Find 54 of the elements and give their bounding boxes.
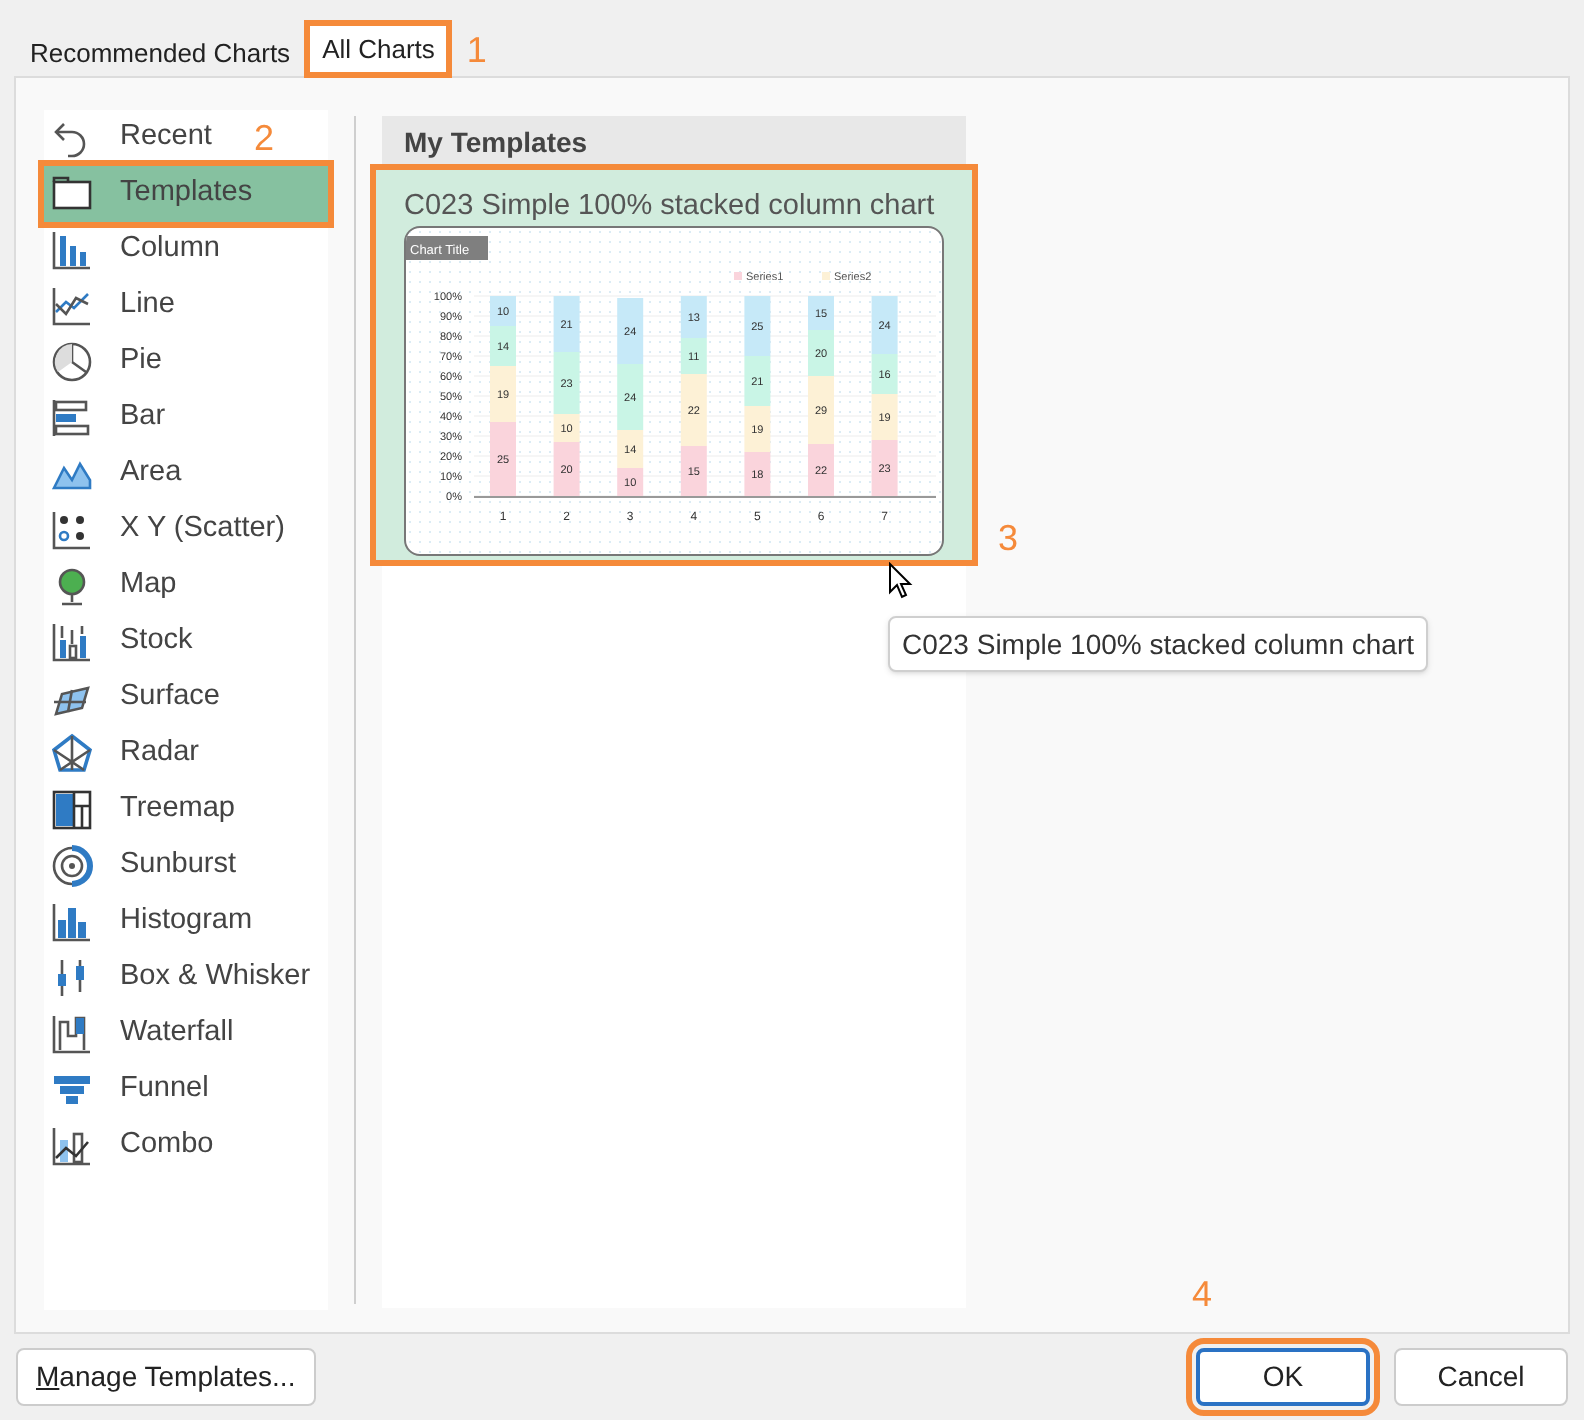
chart-type-icon bbox=[50, 844, 94, 888]
chart-type-item[interactable]: Pie bbox=[44, 334, 328, 390]
chart-type-item[interactable]: X Y (Scatter) bbox=[44, 502, 328, 558]
chart-type-item[interactable]: Treemap bbox=[44, 782, 328, 838]
callout-number: 2 bbox=[254, 120, 275, 156]
chart-type-item[interactable]: Sunburst bbox=[44, 838, 328, 894]
chart-type-item[interactable]: Histogram bbox=[44, 894, 328, 950]
chart-type-icon bbox=[50, 284, 94, 328]
chart-bar bbox=[808, 295, 834, 329]
callout-number: 1 bbox=[466, 32, 487, 68]
chart-type-item[interactable]: Surface bbox=[44, 670, 328, 726]
chart-type-item[interactable]: Waterfall bbox=[44, 1006, 328, 1062]
tooltip: C023 Simple 100% stacked column chart bbox=[888, 616, 1429, 672]
chart-type-item[interactable]: Box & Whisker bbox=[44, 950, 328, 1006]
chart-type-icon bbox=[50, 1124, 94, 1168]
chart-type-icon bbox=[50, 396, 94, 440]
chart-type-item[interactable]: Funnel bbox=[44, 1062, 328, 1118]
chart-type-item[interactable]: Templates bbox=[44, 166, 328, 222]
chart-bar bbox=[490, 365, 516, 421]
chart-type-icon bbox=[50, 1012, 94, 1056]
chart-bar bbox=[744, 451, 771, 495]
chart-type-item[interactable]: Combo bbox=[44, 1118, 328, 1174]
template-title: C023 Simple 100% stacked column chart bbox=[402, 187, 937, 223]
chart-type-icon bbox=[50, 732, 94, 776]
section-header: My Templates bbox=[382, 116, 966, 170]
chart-bar bbox=[490, 325, 516, 365]
chart-bar bbox=[617, 297, 644, 363]
chart-bar bbox=[744, 405, 771, 451]
chart-type-item[interactable]: Column bbox=[44, 222, 328, 278]
chart-type-item[interactable]: Map bbox=[44, 558, 328, 614]
template-tile[interactable] bbox=[376, 170, 972, 560]
chart-bar bbox=[490, 295, 516, 325]
tab[interactable]: All Charts bbox=[310, 26, 447, 72]
dialog-button[interactable]: Manage Templates... bbox=[16, 1347, 316, 1405]
callout-number: 4 bbox=[1192, 1275, 1213, 1311]
chart-bar bbox=[617, 467, 644, 495]
chart-type-item[interactable]: Area bbox=[44, 446, 328, 502]
chart-bar bbox=[744, 295, 771, 355]
chart-bar bbox=[744, 355, 771, 405]
chart-type-item[interactable]: Radar bbox=[44, 726, 328, 782]
chart-type-item[interactable]: Line bbox=[44, 278, 328, 334]
chart-type-icon bbox=[50, 508, 94, 552]
mouse-cursor-icon bbox=[888, 562, 914, 600]
chart-type-icon bbox=[50, 900, 94, 944]
chart-type-icon bbox=[50, 228, 94, 272]
dialog-button[interactable]: Cancel bbox=[1394, 1347, 1568, 1405]
chart-bar bbox=[808, 443, 834, 495]
chart-type-icon bbox=[50, 788, 94, 832]
chart-type-icon bbox=[50, 620, 94, 664]
chart-bar bbox=[490, 421, 516, 495]
callout-number: 3 bbox=[998, 520, 1019, 556]
chart-type-item[interactable]: Bar bbox=[44, 390, 328, 446]
chart-type-icon bbox=[50, 340, 94, 384]
chart-type-item[interactable]: Stock bbox=[44, 614, 328, 670]
